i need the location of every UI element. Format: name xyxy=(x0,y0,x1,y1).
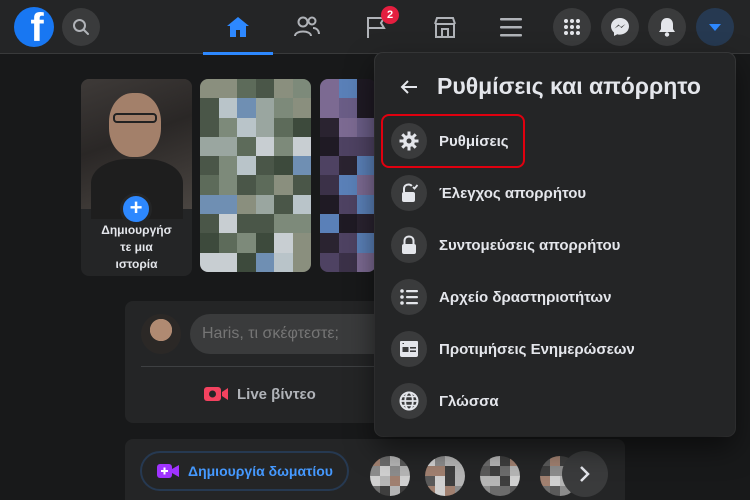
profile-photo xyxy=(81,79,192,219)
search-icon xyxy=(73,19,89,35)
account-button[interactable] xyxy=(696,8,734,46)
menu-item-privacy-shortcuts[interactable]: Συντομεύσεις απορρήτου xyxy=(383,220,727,270)
facebook-logo[interactable]: f xyxy=(14,7,54,47)
apps-menu-button[interactable] xyxy=(553,8,591,46)
live-video-button[interactable]: Live βίντεο xyxy=(203,377,316,411)
globe-icon xyxy=(399,391,419,411)
settings-privacy-menu: Ρυθμίσεις και απόρρητο Ρυθμίσεις Έλεγχος… xyxy=(375,53,735,436)
friends-icon xyxy=(294,16,320,37)
lock-check-icon xyxy=(402,183,419,202)
avatar[interactable] xyxy=(141,314,181,354)
caret-down-icon xyxy=(709,24,721,31)
room-contact-avatar[interactable] xyxy=(480,456,520,496)
story-card[interactable] xyxy=(320,79,376,272)
messenger-icon xyxy=(611,18,629,36)
create-room-button[interactable]: Δημιουργία δωματίου xyxy=(140,451,349,491)
nav-tab-marketplace[interactable] xyxy=(410,0,480,54)
add-story-icon: + xyxy=(120,193,152,225)
notifications-button[interactable] xyxy=(648,8,686,46)
bell-icon xyxy=(659,18,675,37)
menu-item-settings[interactable]: Ρυθμίσεις xyxy=(381,114,525,168)
grid-icon xyxy=(564,19,580,35)
create-story-card[interactable]: + Δημιουργήσ τε μια ιστορία xyxy=(81,79,192,276)
gear-icon xyxy=(399,131,419,151)
live-video-icon xyxy=(204,387,228,401)
room-contact-avatar[interactable] xyxy=(425,456,465,496)
top-bar: f 2 xyxy=(0,0,750,55)
video-plus-icon xyxy=(157,464,179,478)
menu-item-activity-log[interactable]: Αρχείο δραστηριοτήτων xyxy=(383,272,727,322)
nav-tab-friends[interactable] xyxy=(272,0,342,54)
menu-icon xyxy=(500,18,522,37)
rooms-next-button[interactable] xyxy=(562,451,608,497)
news-feed-icon xyxy=(400,341,418,357)
lock-icon xyxy=(402,235,416,254)
arrow-left-icon xyxy=(400,80,417,94)
menu-item-privacy-checkup[interactable]: Έλεγχος απορρήτου xyxy=(383,168,727,218)
back-button[interactable] xyxy=(391,69,427,105)
room-contact-avatar[interactable] xyxy=(370,456,410,496)
nav-tab-home[interactable] xyxy=(203,0,273,55)
marketplace-icon xyxy=(434,17,456,38)
create-story-label: Δημιουργήσ τε μια ιστορία xyxy=(101,223,172,271)
chevron-right-icon xyxy=(580,466,590,482)
story-card[interactable] xyxy=(200,79,311,272)
menu-title: Ρυθμίσεις και απόρρητο xyxy=(437,73,701,99)
messenger-button[interactable] xyxy=(601,8,639,46)
notification-badge: 2 xyxy=(381,6,399,24)
activity-list-icon xyxy=(400,289,418,305)
nav-tab-menu[interactable] xyxy=(476,0,546,54)
menu-item-news-feed-preferences[interactable]: Προτιμήσεις Ενημερώσεων xyxy=(383,324,727,374)
nav-tab-pages[interactable]: 2 xyxy=(341,0,411,54)
menu-item-language[interactable]: Γλώσσα xyxy=(383,376,727,426)
home-icon xyxy=(227,17,249,37)
rooms-bar: Δημιουργία δωματίου xyxy=(125,439,625,500)
search-button[interactable] xyxy=(62,8,100,46)
